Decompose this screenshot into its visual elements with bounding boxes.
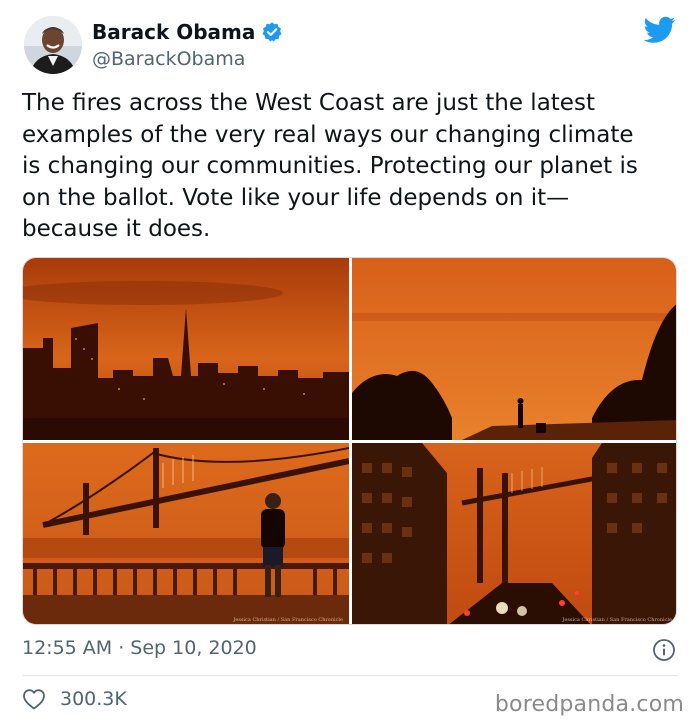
name-row: Barack Obama: [92, 20, 283, 44]
verified-badge-icon: [262, 22, 282, 42]
tweet-line: is changing our communities. Protecting …: [22, 153, 638, 179]
tweet-timestamp[interactable]: 12:55 AM · Sep 10, 2020: [22, 637, 257, 659]
photo-street-bridge[interactable]: Jessica Christian / San Francisco Chroni…: [352, 443, 676, 624]
author-name[interactable]: Barack Obama: [92, 20, 255, 44]
tweet-line: examples of the very real ways our chang…: [22, 121, 634, 148]
author-block: Barack Obama @BarackObama: [92, 20, 283, 70]
tweet-header: Barack Obama @BarackObama: [24, 16, 676, 80]
tweet-line: because it does.: [22, 216, 211, 242]
photo-credit: Jessica Christian / San Francisco Chroni…: [233, 617, 343, 623]
photo-skyline[interactable]: [23, 258, 349, 440]
watermark: boredpanda.com: [494, 692, 684, 717]
tweet-text: The fires across the West Coast are just…: [22, 88, 682, 246]
photo-bay-bridge-man[interactable]: Jessica Christian / San Francisco Chroni…: [23, 443, 349, 624]
heart-icon[interactable]: [22, 688, 46, 710]
avatar[interactable]: [24, 16, 82, 74]
photo-credit: Jessica Christian / San Francisco Chroni…: [562, 617, 672, 623]
photo-bay-overlook[interactable]: [352, 258, 676, 440]
tweet-line: The fires across the West Coast are just…: [22, 90, 595, 116]
info-icon[interactable]: [652, 638, 676, 662]
like-action[interactable]: 300.3K: [22, 688, 127, 710]
divider: [22, 675, 678, 676]
author-handle[interactable]: @BarackObama: [92, 48, 283, 70]
like-count: 300.3K: [60, 688, 127, 710]
tweet-line: on the ballot. Vote like your life depen…: [22, 184, 570, 211]
twitter-bird-icon[interactable]: [644, 16, 676, 44]
media-grid: Jessica Christian / San Francisco Chroni…: [22, 257, 677, 625]
